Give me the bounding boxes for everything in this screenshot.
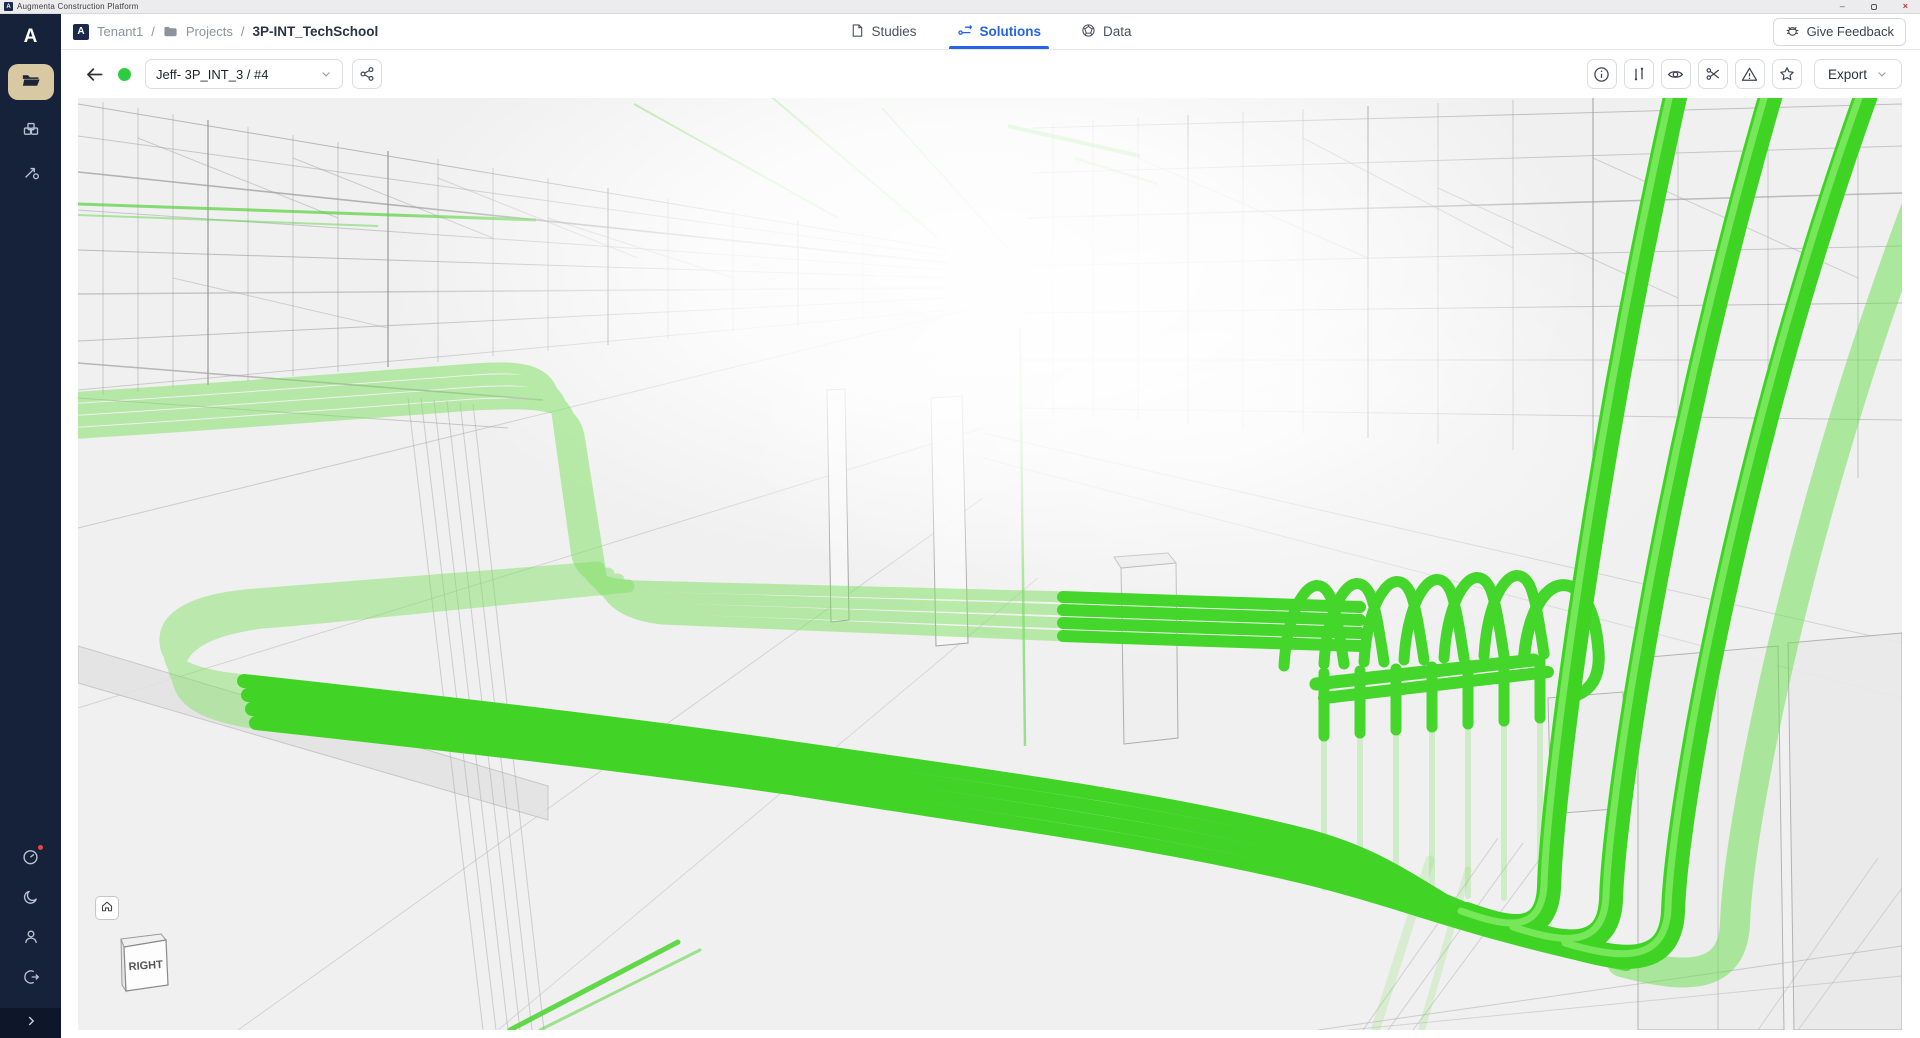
tab-label: Solutions [980, 24, 1042, 39]
home-icon [100, 899, 114, 918]
warning-button[interactable] [1735, 59, 1765, 89]
sidebar-item-projects[interactable] [8, 64, 54, 100]
breadcrumb-separator: / [151, 24, 155, 39]
sidebar: A [0, 14, 61, 1038]
measure-button[interactable] [1624, 59, 1654, 89]
view-cube-label: RIGHT [128, 959, 163, 973]
bug-icon [1785, 23, 1800, 41]
sidebar-item-status[interactable] [21, 847, 40, 871]
close-button[interactable]: × [1903, 2, 1908, 11]
breadcrumb-section[interactable]: Projects [186, 24, 233, 39]
breadcrumb-tenant[interactable]: Tenant1 [97, 24, 143, 39]
tab-studies[interactable]: Studies [847, 14, 918, 49]
moon-icon [22, 888, 40, 911]
breadcrumb: A Tenant1 / Projects / 3P-INT_TechSchool [73, 24, 378, 40]
sidebar-logo: A [24, 26, 38, 48]
document-icon [849, 23, 864, 41]
export-label: Export [1828, 67, 1867, 82]
view-cube[interactable]: RIGHT [116, 931, 180, 999]
3d-viewport[interactable]: RIGHT [78, 98, 1902, 1030]
top-navbar: A Tenant1 / Projects / 3P-INT_TechSchool [61, 14, 1920, 50]
sidebar-expand-button[interactable] [0, 1008, 61, 1038]
sidebar-item-modules[interactable] [22, 120, 40, 143]
minimize-button[interactable]: – [1840, 2, 1845, 11]
solution-toolbar: Jeff- 3P_INT_3 / #4 [61, 50, 1920, 98]
tab-label: Studies [871, 24, 916, 39]
blocks-icon [22, 120, 40, 143]
share-button[interactable] [352, 59, 382, 89]
maximize-button[interactable] [1871, 4, 1877, 10]
home-view-button[interactable] [95, 896, 119, 920]
solution-selector[interactable]: Jeff- 3P_INT_3 / #4 [145, 59, 343, 89]
route-icon [957, 22, 973, 41]
sidebar-item-profile[interactable] [22, 928, 40, 951]
chevron-down-icon [320, 68, 332, 80]
chevron-right-icon [24, 1014, 38, 1033]
sidebar-item-logout[interactable] [22, 968, 40, 991]
back-button[interactable] [85, 65, 104, 84]
sidebar-item-dark-mode[interactable] [22, 888, 40, 911]
solution-status-dot [118, 68, 131, 81]
give-feedback-button[interactable]: Give Feedback [1773, 18, 1906, 46]
sidebar-item-routing[interactable] [22, 163, 40, 186]
gauge-alert-icon [21, 847, 40, 871]
solution-name: Jeff- 3P_INT_3 / #4 [156, 67, 269, 82]
info-button[interactable] [1587, 59, 1617, 89]
sphere-icon [1081, 23, 1096, 41]
breadcrumb-separator: / [241, 24, 245, 39]
vector-icon [22, 163, 40, 186]
scissors-button[interactable] [1698, 59, 1728, 89]
folder-icon [163, 24, 178, 39]
tab-label: Data [1103, 24, 1132, 39]
eye-button[interactable] [1661, 59, 1691, 89]
notification-dot [37, 844, 44, 851]
window-titlebar: A Augmenta Construction Platform – × [0, 0, 1920, 14]
model-scene [78, 98, 1902, 1030]
feedback-label: Give Feedback [1807, 24, 1894, 39]
tab-solutions[interactable]: Solutions [955, 14, 1044, 49]
favorite-button[interactable] [1772, 59, 1802, 89]
folder-open-icon [21, 70, 41, 95]
chevron-down-icon [1876, 68, 1888, 80]
tab-data[interactable]: Data [1079, 14, 1134, 49]
nav-tabs: Studies Solutions [847, 14, 1133, 49]
tenant-logo: A [73, 24, 89, 40]
breadcrumb-project[interactable]: 3P-INT_TechSchool [252, 24, 378, 39]
app-logo-mini: A [4, 2, 13, 11]
export-button[interactable]: Export [1814, 59, 1902, 89]
window-title: Augmenta Construction Platform [17, 2, 139, 11]
logout-icon [22, 968, 40, 991]
person-icon [22, 928, 40, 951]
